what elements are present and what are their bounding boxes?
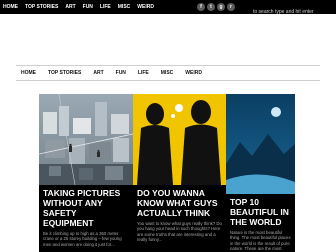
top-nav-life[interactable]: LIFE <box>100 0 111 14</box>
top-nav: HOME TOP STORIES ART FUN LIFE MISC WEIRD <box>3 0 161 14</box>
rss-icon[interactable]: r <box>227 3 235 11</box>
top-nav-art[interactable]: ART <box>65 0 75 14</box>
nav-misc[interactable]: MISC <box>155 66 180 80</box>
slide-snippet: You want to know what guys really think?… <box>137 221 222 243</box>
top-bar: HOME TOP STORIES ART FUN LIFE MISC WEIRD… <box>0 0 336 19</box>
nav-art[interactable]: ART <box>87 66 109 80</box>
search-box <box>253 0 333 19</box>
slide-caption: TOP 10 BEAUTIFUL IN THE WORLD Nature is … <box>226 194 295 252</box>
facebook-icon[interactable]: f <box>197 3 205 11</box>
slide-caption: DO YOU WANNA KNOW WHAT GUYS ACTUALLY THI… <box>133 185 226 252</box>
search-input[interactable] <box>253 5 333 19</box>
top-nav-home[interactable]: HOME <box>3 0 18 14</box>
top-nav-fun[interactable]: FUN <box>83 0 93 14</box>
google-plus-icon[interactable]: g <box>217 3 225 11</box>
slide-snippet: Be it climbing up to high as a 360 meter… <box>43 231 122 247</box>
slide-top-10-beautiful[interactable]: TOP 10 BEAUTIFUL IN THE WORLD Nature is … <box>226 94 295 252</box>
twitter-icon[interactable]: t <box>207 3 215 11</box>
social-links: f t g r <box>197 3 237 11</box>
slide-what-guys-think[interactable]: DO YOU WANNA KNOW WHAT GUYS ACTUALLY THI… <box>133 94 226 252</box>
slide-title[interactable]: TAKING PICTURES WITHOUT ANY SAFETY EQUIP… <box>43 188 129 228</box>
top-nav-weird[interactable]: WEIRD <box>137 0 154 14</box>
nav-top-stories[interactable]: TOP STORIES <box>42 66 87 80</box>
nav-life[interactable]: LIFE <box>132 66 155 80</box>
slide-title[interactable]: DO YOU WANNA KNOW WHAT GUYS ACTUALLY THI… <box>137 188 222 218</box>
main-nav: HOME TOP STORIES ART FUN LIFE MISC WEIRD <box>16 65 320 81</box>
top-nav-top-stories[interactable]: TOP STORIES <box>25 0 58 14</box>
featured-slider: TAKING PICTURES WITHOUT ANY SAFETY EQUIP… <box>39 94 295 252</box>
slide-title[interactable]: TOP 10 BEAUTIFUL IN THE WORLD <box>230 197 291 227</box>
nav-fun[interactable]: FUN <box>110 66 132 80</box>
top-nav-misc[interactable]: MISC <box>118 0 131 14</box>
slide-snippet: Nature is the most beautiful thing. The … <box>230 230 291 252</box>
nav-weird[interactable]: WEIRD <box>179 66 208 80</box>
slide-caption: TAKING PICTURES WITHOUT ANY SAFETY EQUIP… <box>39 185 133 252</box>
slide-safety-equipment[interactable]: TAKING PICTURES WITHOUT ANY SAFETY EQUIP… <box>39 94 133 252</box>
nav-home[interactable]: HOME <box>16 66 42 80</box>
